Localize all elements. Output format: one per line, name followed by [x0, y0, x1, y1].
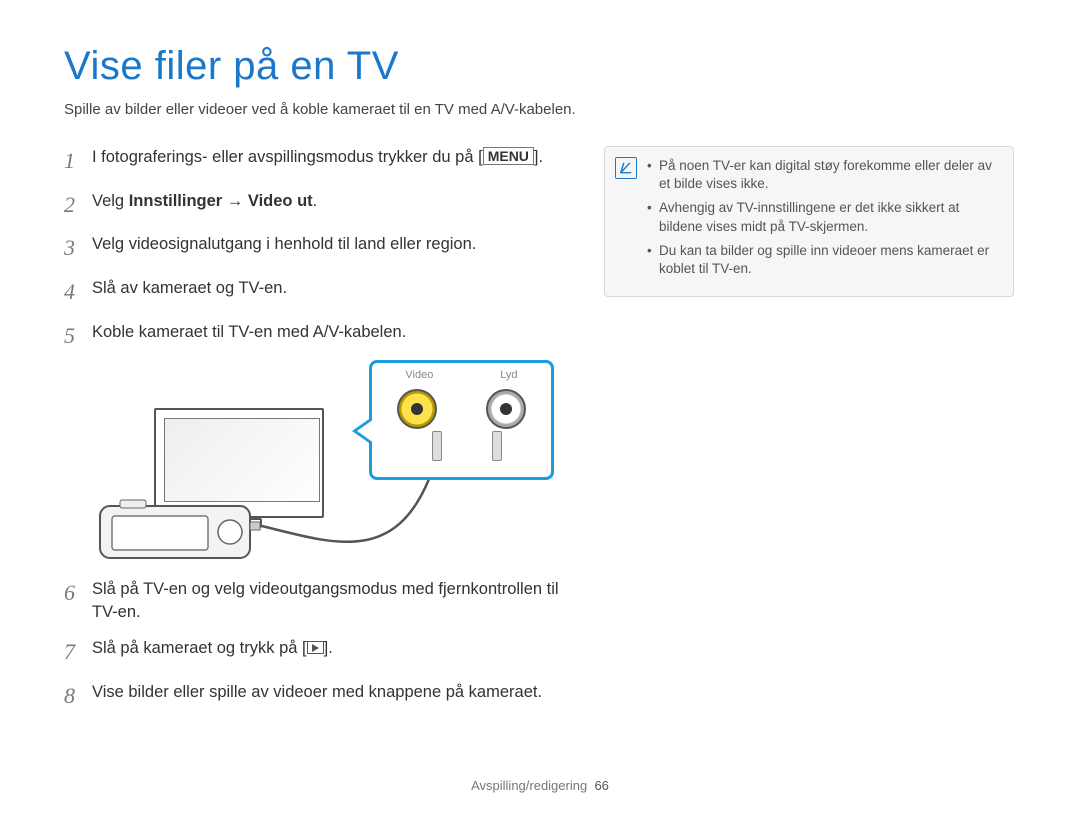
step-text: Velg Innstillinger → Video ut. — [92, 190, 317, 220]
step-text: Velg videosignalutgang i henhold til lan… — [92, 233, 476, 263]
playback-icon — [307, 641, 324, 654]
note-item: Du kan ta bilder og spille inn videoer m… — [647, 242, 999, 278]
step-number: 5 — [64, 321, 82, 351]
audio-plug-icon — [492, 431, 502, 461]
page-footer: Avspilling/redigering 66 — [0, 778, 1080, 793]
page-title: Vise filer på en TV — [64, 44, 1020, 89]
step-2: 2 Velg Innstillinger → Video ut. — [64, 190, 564, 220]
step-1: 1 I fotograferings- eller avspillingsmod… — [64, 146, 564, 176]
connection-diagram: Video Lyd — [94, 364, 564, 564]
step-text: Slå av kameraet og TV-en. — [92, 277, 287, 307]
step-8: 8 Vise bilder eller spille av videoer me… — [64, 681, 564, 711]
step-6: 6 Slå på TV-en og velg videoutgangsmodus… — [64, 578, 564, 623]
page-number: 66 — [594, 778, 608, 793]
note-box: På noen TV-er kan digital støy forekomme… — [604, 146, 1014, 297]
step-text: Koble kameraet til TV-en med A/V-kabelen… — [92, 321, 406, 351]
step-text: Vise bilder eller spille av videoer med … — [92, 681, 542, 711]
video-jack-icon — [397, 389, 437, 429]
step-number: 4 — [64, 277, 82, 307]
notes-column: På noen TV-er kan digital støy forekomme… — [604, 146, 1014, 724]
camera-icon — [94, 492, 264, 564]
audio-jack-label: Lyd — [500, 369, 517, 381]
note-icon — [615, 157, 637, 179]
steps-column: 1 I fotograferings- eller avspillingsmod… — [64, 146, 564, 724]
note-item: På noen TV-er kan digital støy forekomme… — [647, 157, 999, 193]
step-number: 1 — [64, 146, 82, 176]
av-jacks-callout: Video Lyd — [369, 360, 554, 480]
step-number: 2 — [64, 190, 82, 220]
step-number: 8 — [64, 681, 82, 711]
video-plug-icon — [432, 431, 442, 461]
step-text: I fotograferings- eller avspillingsmodus… — [92, 146, 543, 176]
step-7: 7 Slå på kameraet og trykk på []. — [64, 637, 564, 667]
note-item: Avhengig av TV-innstillingene er det ikk… — [647, 199, 999, 235]
menu-button-label: MENU — [483, 147, 534, 165]
step-4: 4 Slå av kameraet og TV-en. — [64, 277, 564, 307]
audio-jack-icon — [486, 389, 526, 429]
step-text: Slå på TV-en og velg videoutgangsmodus m… — [92, 578, 564, 623]
step-number: 6 — [64, 578, 82, 623]
step-5: 5 Koble kameraet til TV-en med A/V-kabel… — [64, 321, 564, 351]
step-number: 3 — [64, 233, 82, 263]
manual-page: Vise filer på en TV Spille av bilder ell… — [0, 0, 1080, 815]
page-subtitle: Spille av bilder eller videoer ved å kob… — [64, 101, 1020, 118]
footer-section: Avspilling/redigering — [471, 778, 587, 793]
video-jack-label: Video — [405, 369, 433, 381]
step-text: Slå på kameraet og trykk på []. — [92, 637, 333, 667]
step-number: 7 — [64, 637, 82, 667]
step-3: 3 Velg videosignalutgang i henhold til l… — [64, 233, 564, 263]
